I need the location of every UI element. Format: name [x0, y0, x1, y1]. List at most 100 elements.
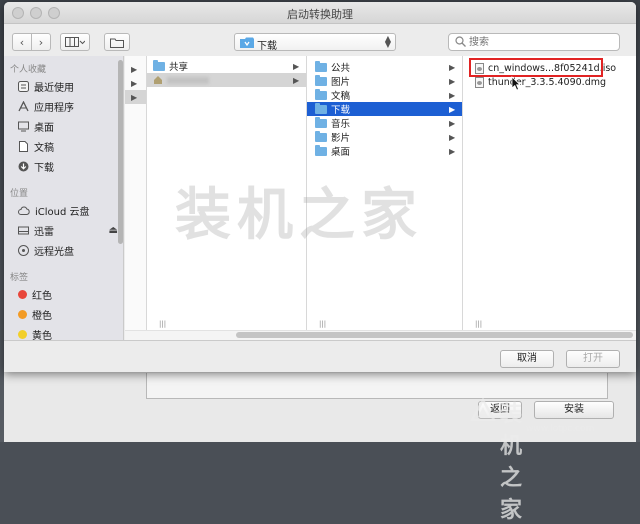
dialog-footer: 取消 打开 — [4, 340, 636, 372]
chevron-right-icon: › — [38, 35, 44, 49]
path-popup-label: 下载 — [257, 41, 277, 52]
chevron-right-icon: ▶ — [131, 64, 138, 74]
column-resize-handle[interactable]: ||| — [319, 320, 326, 328]
chevron-right-icon: ▶ — [293, 61, 300, 71]
downloads-icon — [18, 161, 29, 171]
applications-icon — [18, 100, 29, 111]
cloud-icon — [18, 205, 30, 215]
list-item-public[interactable]: 公共 ▶ — [307, 60, 462, 74]
list-item-shared[interactable]: 共享 ▶ — [147, 59, 306, 73]
blurred-username — [167, 76, 209, 84]
folder-icon — [315, 60, 327, 72]
path-popup[interactable]: 下载 ▲ ▼ — [234, 33, 396, 52]
sidebar-item-label: 远程光盘 — [34, 246, 74, 258]
column-root: ▶ ▶ ▶ — [125, 56, 147, 340]
sidebar-item-downloads[interactable]: 下载 — [18, 158, 54, 174]
sidebar-item-tag-orange[interactable]: 橙色 — [18, 306, 52, 322]
search-input[interactable] — [469, 35, 614, 49]
sidebar-item-icloud[interactable]: iCloud 云盘 — [18, 202, 90, 218]
list-item-label: 文稿 — [331, 91, 351, 102]
list-item-movies[interactable]: 影片 ▶ — [307, 130, 462, 144]
horizontal-scrollbar-thumb[interactable] — [236, 332, 633, 338]
list-item-thunder-dmg[interactable]: thunder_3.3.5.4090.dmg — [463, 75, 635, 89]
column-view-icon — [65, 37, 85, 47]
title-bar: 启动转换助理 — [4, 2, 636, 24]
yellow-tag-icon — [18, 329, 27, 339]
sidebar-item-label: 橙色 — [32, 310, 52, 322]
open-button[interactable]: 打开 — [566, 350, 620, 368]
eject-icon[interactable]: ⏏ — [109, 225, 118, 236]
sidebar-item-tag-yellow[interactable]: 黄色 — [18, 326, 52, 340]
list-item-documents[interactable]: 文稿 ▶ — [307, 88, 462, 102]
sidebar-item-label: 迅雷 — [34, 226, 54, 238]
sidebar-item-label: 文稿 — [34, 142, 54, 154]
sidebar-item-applications[interactable]: 应用程序 — [18, 98, 74, 114]
sidebar-item-label: 下载 — [34, 162, 54, 174]
back-button[interactable]: 返回 — [478, 401, 522, 419]
popup-arrows-icon: ▲ ▼ — [384, 34, 391, 49]
list-item-music[interactable]: 音乐 ▶ — [307, 116, 462, 130]
disk-image-icon — [475, 76, 484, 88]
list-item-label: thunder_3.3.5.4090.dmg — [488, 76, 607, 88]
folder-icon — [315, 74, 327, 86]
documents-icon — [19, 140, 28, 152]
chevron-right-icon: ▶ — [449, 76, 456, 86]
list-item-pictures[interactable]: 图片 ▶ — [307, 74, 462, 88]
column-resize-handle[interactable]: ||| — [475, 320, 482, 328]
list-item-label: 桌面 — [331, 147, 351, 158]
folder-icon — [153, 59, 165, 71]
chevron-right-icon: ▶ — [293, 75, 300, 85]
chevron-right-icon: ▶ — [449, 104, 456, 114]
new-folder-icon — [110, 38, 124, 48]
view-mode-button[interactable] — [60, 33, 90, 51]
list-item-desktop[interactable]: 桌面 ▶ — [307, 144, 462, 158]
sidebar-item-desktop[interactable]: 桌面 — [18, 118, 54, 134]
sidebar-section-tags: 标签 — [10, 273, 29, 283]
chevron-left-icon: ‹ — [19, 35, 25, 49]
column-resize-handle[interactable]: ||| — [159, 320, 166, 328]
column-downloads: cn_windows...8f05241d.iso thunder_3.3.5.… — [463, 56, 636, 340]
sidebar: 个人收藏 最近使用 应用程序 桌面 文稿 下载 位置 iCloud 云盘 迅雷 — [4, 56, 124, 340]
toolbar: ‹ › 下载 ▲ ▼ — [4, 24, 636, 56]
sidebar-item-recents[interactable]: 最近使用 — [18, 78, 74, 94]
remote-disc-icon — [18, 244, 29, 256]
list-item-user-home[interactable]: ▶ — [147, 73, 306, 87]
install-button[interactable]: 安装 — [534, 401, 614, 419]
column-row: ▶ — [125, 90, 146, 104]
chevron-right-icon: ▶ — [449, 90, 456, 100]
sidebar-item-remote-disc[interactable]: 远程光盘 — [18, 242, 74, 258]
sidebar-item-label: iCloud 云盘 — [35, 206, 90, 218]
window-title: 启动转换助理 — [287, 8, 353, 21]
forward-nav-button[interactable]: › — [31, 33, 51, 51]
sidebar-scrollbar[interactable] — [118, 60, 123, 244]
orange-tag-icon — [18, 309, 27, 319]
search-icon — [455, 36, 466, 47]
folder-icon — [315, 144, 327, 156]
home-icon — [154, 76, 162, 84]
sidebar-item-tag-red[interactable]: 红色 — [18, 286, 52, 302]
list-item-label: 图片 — [331, 77, 351, 88]
new-folder-button[interactable] — [104, 33, 130, 51]
recents-icon — [18, 80, 29, 92]
list-item-downloads[interactable]: 下载 ▶ — [307, 102, 462, 116]
column-browser: ▶ ▶ ▶ 共享 ▶ ▶ ||| 公共 ▶ 图片 ▶ 文稿 ▶ 下载 ▶ 音乐 … — [125, 56, 636, 340]
folder-icon — [315, 88, 327, 100]
chevron-right-icon: ▶ — [449, 132, 456, 142]
list-item-label: 音乐 — [331, 119, 351, 130]
background-panel — [146, 373, 608, 399]
back-nav-button[interactable]: ‹ — [12, 33, 32, 51]
column-row: ▶ — [125, 76, 146, 90]
cancel-button[interactable]: 取消 — [500, 350, 554, 368]
annotation-highlight-box — [469, 58, 603, 77]
sidebar-item-label: 黄色 — [32, 330, 52, 341]
sidebar-item-thunder-disk[interactable]: 迅雷 ⏏ — [18, 222, 118, 238]
chevron-right-icon: ▶ — [449, 118, 456, 128]
sidebar-section-favorites: 个人收藏 — [10, 65, 47, 75]
column-home: 公共 ▶ 图片 ▶ 文稿 ▶ 下载 ▶ 音乐 ▶ 影片 ▶ 桌面 ▶ ||| — [307, 56, 463, 340]
sidebar-item-label: 桌面 — [34, 122, 54, 134]
mouse-cursor-icon — [511, 76, 521, 91]
sidebar-item-documents[interactable]: 文稿 — [18, 138, 54, 154]
list-item-label: 公共 — [331, 63, 351, 74]
red-tag-icon — [18, 289, 27, 299]
open-file-dialog: 启动转换助理 ‹ › 下载 ▲ ▼ 搜索 个人收藏 最近使用 应用程序 桌面 文… — [4, 2, 636, 372]
